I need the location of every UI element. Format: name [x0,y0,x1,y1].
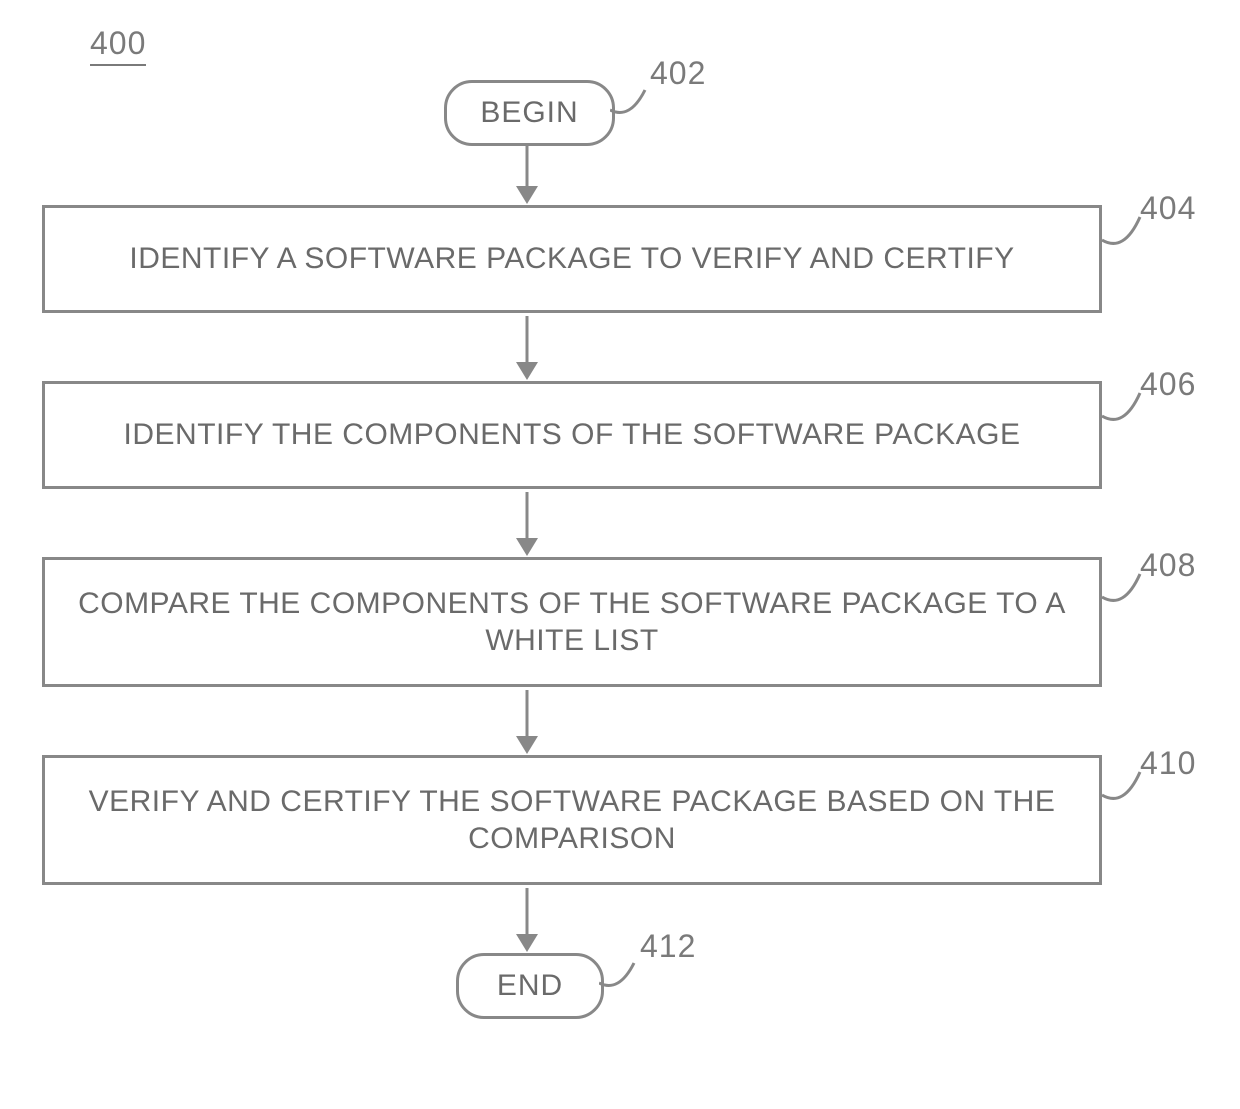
arrow-4-line [526,690,529,738]
process-step-408: COMPARE THE COMPONENTS OF THE SOFTWARE P… [42,557,1102,687]
ref-402: 402 [650,55,706,92]
ref-410: 410 [1140,745,1196,782]
terminal-begin: BEGIN [444,80,615,146]
ref-406: 406 [1140,366,1196,403]
ref-408: 408 [1140,547,1196,584]
process-step-404: IDENTIFY A SOFTWARE PACKAGE TO VERIFY AN… [42,205,1102,313]
arrow-1-line [526,143,529,188]
arrow-2-line [526,316,529,364]
terminal-end: END [456,953,604,1019]
process-step-406: IDENTIFY THE COMPONENTS OF THE SOFTWARE … [42,381,1102,489]
arrow-4-head [516,736,538,754]
ref-404: 404 [1140,190,1196,227]
arrow-5-head [516,934,538,952]
arrow-1-head [516,186,538,204]
flowchart-canvas: 400 BEGIN 402 IDENTIFY A SOFTWARE PACKAG… [0,0,1240,1109]
process-step-410: VERIFY AND CERTIFY THE SOFTWARE PACKAGE … [42,755,1102,885]
arrow-2-head [516,362,538,380]
ref-412: 412 [640,928,696,965]
arrow-3-line [526,492,529,540]
arrow-5-line [526,888,529,936]
figure-number: 400 [90,25,146,66]
arrow-3-head [516,538,538,556]
